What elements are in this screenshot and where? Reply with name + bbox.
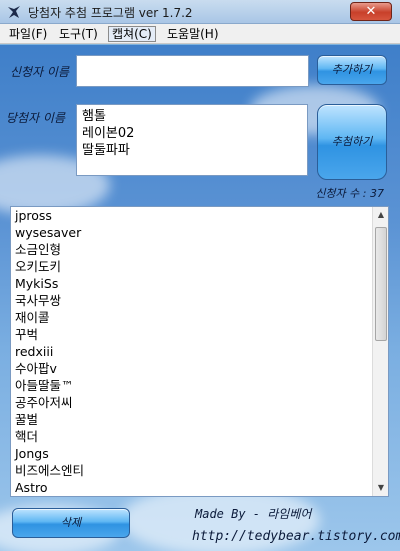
close-button[interactable]: ✕ bbox=[350, 2, 392, 21]
list-item[interactable]: MykiSs bbox=[11, 275, 373, 292]
menu-tools[interactable]: 도구(T) bbox=[56, 26, 101, 42]
list-item[interactable]: 꾸벅 bbox=[11, 326, 373, 343]
list-item[interactable]: Astro bbox=[11, 479, 373, 496]
list-item[interactable]: 꿀벌 bbox=[11, 411, 373, 428]
add-button[interactable]: 추가하기 bbox=[317, 55, 387, 85]
list-item[interactable]: 비즈에스엔티 bbox=[11, 462, 373, 479]
applicant-name-label: 신청자 이름 bbox=[10, 65, 70, 79]
scroll-up-arrow-icon[interactable]: ▲ bbox=[373, 207, 388, 223]
list-item[interactable]: 핵더 bbox=[11, 428, 373, 445]
vertical-scrollbar[interactable]: ▲ ▼ bbox=[372, 207, 388, 496]
applicant-list-items: jpross wysesaver 소금인형 오키도키 MykiSs 국사무쌍 재… bbox=[11, 207, 373, 496]
applicant-count-label: 신청자 수 : 37 bbox=[315, 187, 384, 200]
scroll-down-arrow-icon[interactable]: ▼ bbox=[373, 480, 388, 496]
list-item[interactable]: Jongs bbox=[11, 445, 373, 462]
winner-item: 햄톨 bbox=[82, 109, 106, 124]
list-item[interactable]: 오키도키 bbox=[11, 258, 373, 275]
blog-url[interactable]: http://tedybear.tistory.com bbox=[192, 529, 400, 544]
main-panel: 신청자 이름 추가하기 당첨자 이름 햄톨 레이본02 딸둘파파 추첨하기 신청… bbox=[0, 45, 400, 551]
menu-capture[interactable]: 캡쳐(C) bbox=[108, 26, 156, 42]
list-item[interactable]: 국사무쌍 bbox=[11, 292, 373, 309]
applicant-name-input[interactable] bbox=[76, 55, 309, 87]
winner-item: 딸둘파파 bbox=[82, 143, 130, 158]
list-item[interactable]: jpross bbox=[11, 207, 373, 224]
applicant-list[interactable]: jpross wysesaver 소금인형 오키도키 MykiSs 국사무쌍 재… bbox=[10, 206, 389, 497]
winner-list-box[interactable]: 햄톨 레이본02 딸둘파파 bbox=[76, 104, 308, 176]
list-item[interactable]: 재이콜 bbox=[11, 309, 373, 326]
scroll-thumb[interactable] bbox=[375, 227, 387, 341]
window-title: 당첨자 추첨 프로그램 ver 1.7.2 bbox=[28, 6, 193, 20]
list-item[interactable]: wysesaver bbox=[11, 224, 373, 241]
list-item[interactable]: 소금인형 bbox=[11, 241, 373, 258]
title-bar[interactable]: 당첨자 추첨 프로그램 ver 1.7.2 ✕ bbox=[0, 0, 400, 24]
list-item[interactable]: 수아팝v bbox=[11, 360, 373, 377]
made-by-credit: Made By - 라임베어 bbox=[195, 507, 312, 521]
delete-button[interactable]: 삭제 bbox=[12, 508, 130, 538]
menu-bar: 파일(F) 도구(T) 캡쳐(C) 도움말(H) bbox=[0, 24, 400, 44]
menu-file[interactable]: 파일(F) bbox=[6, 26, 50, 42]
menu-help[interactable]: 도움말(H) bbox=[164, 26, 222, 42]
list-item[interactable]: 아들딸둘™ bbox=[11, 377, 373, 394]
draw-button[interactable]: 추첨하기 bbox=[317, 104, 387, 180]
winner-item: 레이본02 bbox=[82, 126, 135, 141]
winner-name-label: 당첨자 이름 bbox=[6, 111, 66, 125]
list-item[interactable]: redxiii bbox=[11, 343, 373, 360]
bear-app-icon bbox=[8, 6, 20, 18]
applicant-name-value bbox=[77, 56, 308, 68]
list-item[interactable]: 공주아저씨 bbox=[11, 394, 373, 411]
